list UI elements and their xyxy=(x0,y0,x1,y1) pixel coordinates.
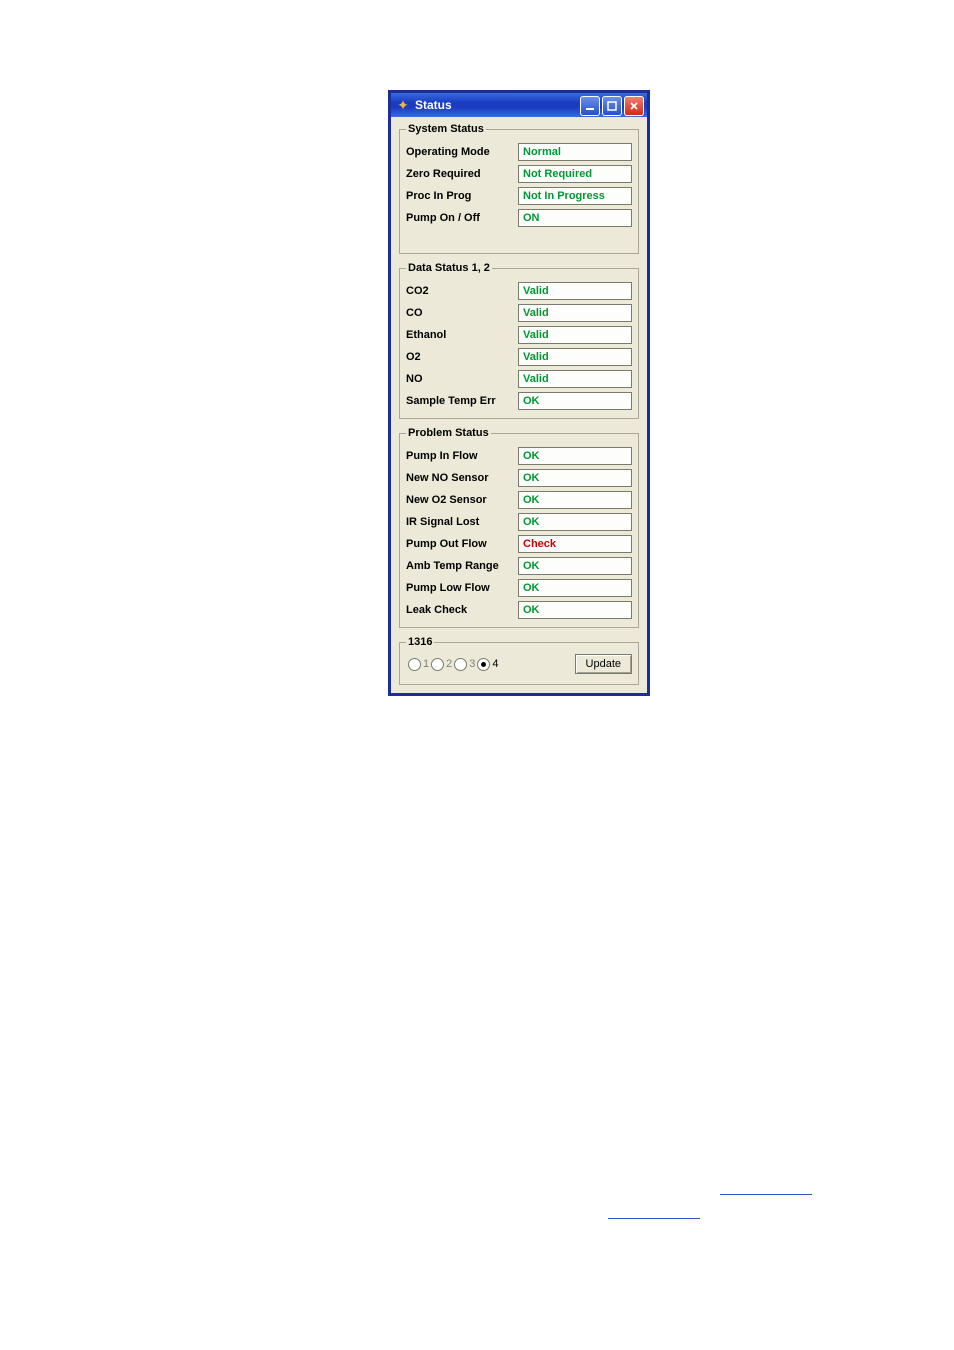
window-controls xyxy=(580,96,644,116)
status-label: Operating Mode xyxy=(406,146,518,158)
status-row: Sample Temp ErrOK xyxy=(406,392,632,410)
app-plus-icon: ✦ xyxy=(395,97,411,113)
hyperlink-underline xyxy=(608,1218,700,1219)
status-label: CO2 xyxy=(406,285,518,297)
group-legend: Problem Status xyxy=(406,427,491,439)
status-value: OK xyxy=(518,513,632,531)
status-row: Pump Out FlowCheck xyxy=(406,535,632,553)
group-data-status: Data Status 1, 2 CO2ValidCOValidEthanolV… xyxy=(399,262,639,419)
status-row: IR Signal LostOK xyxy=(406,513,632,531)
status-value: Valid xyxy=(518,326,632,344)
status-value: Not In Progress xyxy=(518,187,632,205)
status-row: New NO SensorOK xyxy=(406,469,632,487)
status-label: IR Signal Lost xyxy=(406,516,518,528)
status-value: Check xyxy=(518,535,632,553)
status-label: Proc In Prog xyxy=(406,190,518,202)
group-problem-status: Problem Status Pump In FlowOKNew NO Sens… xyxy=(399,427,639,628)
status-value: ON xyxy=(518,209,632,227)
status-row: Zero RequiredNot Required xyxy=(406,165,632,183)
group-legend: System Status xyxy=(406,123,486,135)
status-label: Pump On / Off xyxy=(406,212,518,224)
status-value: Valid xyxy=(518,348,632,366)
status-row: NOValid xyxy=(406,370,632,388)
status-value: Normal xyxy=(518,143,632,161)
status-row: Amb Temp RangeOK xyxy=(406,557,632,575)
status-value: OK xyxy=(518,601,632,619)
status-label: CO xyxy=(406,307,518,319)
status-label: Ethanol xyxy=(406,329,518,341)
status-row: CO2Valid xyxy=(406,282,632,300)
status-label: Pump Low Flow xyxy=(406,582,518,594)
status-row: Proc In ProgNot In Progress xyxy=(406,187,632,205)
status-row: Pump Low FlowOK xyxy=(406,579,632,597)
window-title: Status xyxy=(415,98,452,112)
group-legend: 1316 xyxy=(406,636,434,648)
status-label: Pump Out Flow xyxy=(406,538,518,550)
status-row: Pump On / OffON xyxy=(406,209,632,227)
maximize-button[interactable] xyxy=(602,96,622,116)
status-label: Sample Temp Err xyxy=(406,395,518,407)
status-label: NO xyxy=(406,373,518,385)
titlebar[interactable]: ✦ Status xyxy=(391,93,647,117)
radio-icon xyxy=(477,658,490,671)
status-value: OK xyxy=(518,557,632,575)
status-row: O2Valid xyxy=(406,348,632,366)
status-row: EthanolValid xyxy=(406,326,632,344)
radio-option-2[interactable]: 2 xyxy=(431,658,452,671)
radio-icon xyxy=(454,658,467,671)
status-row: COValid xyxy=(406,304,632,322)
radio-option-4[interactable]: 4 xyxy=(477,658,498,671)
radio-option-1[interactable]: 1 xyxy=(408,658,429,671)
status-value: OK xyxy=(518,579,632,597)
client-area: System Status Operating ModeNormalZero R… xyxy=(391,117,647,693)
status-row: Pump In FlowOK xyxy=(406,447,632,465)
radio-icon xyxy=(408,658,421,671)
status-label: Amb Temp Range xyxy=(406,560,518,572)
status-window: ✦ Status System Status Operating ModeNor… xyxy=(388,90,650,696)
status-value: Not Required xyxy=(518,165,632,183)
group-1316: 1316 1 2 3 4 Update xyxy=(399,636,639,685)
status-value: OK xyxy=(518,491,632,509)
status-label: O2 xyxy=(406,351,518,363)
update-button[interactable]: Update xyxy=(575,654,632,674)
status-value: OK xyxy=(518,447,632,465)
radio-icon xyxy=(431,658,444,671)
close-button[interactable] xyxy=(624,96,644,116)
status-label: Zero Required xyxy=(406,168,518,180)
status-row: New O2 SensorOK xyxy=(406,491,632,509)
status-value: OK xyxy=(518,392,632,410)
radio-option-3[interactable]: 3 xyxy=(454,658,475,671)
status-value: Valid xyxy=(518,304,632,322)
status-label: New NO Sensor xyxy=(406,472,518,484)
minimize-button[interactable] xyxy=(580,96,600,116)
status-row: Leak CheckOK xyxy=(406,601,632,619)
group-legend: Data Status 1, 2 xyxy=(406,262,492,274)
group-system-status: System Status Operating ModeNormalZero R… xyxy=(399,123,639,254)
radio-label: 3 xyxy=(469,658,475,670)
status-value: Valid xyxy=(518,282,632,300)
status-label: Pump In Flow xyxy=(406,450,518,462)
status-label: Leak Check xyxy=(406,604,518,616)
radio-label: 4 xyxy=(492,658,498,670)
status-row: Operating ModeNormal xyxy=(406,143,632,161)
status-value: Valid xyxy=(518,370,632,388)
radio-label: 1 xyxy=(423,658,429,670)
status-label: New O2 Sensor xyxy=(406,494,518,506)
radio-label: 2 xyxy=(446,658,452,670)
hyperlink-underline xyxy=(720,1194,812,1195)
status-value: OK xyxy=(518,469,632,487)
